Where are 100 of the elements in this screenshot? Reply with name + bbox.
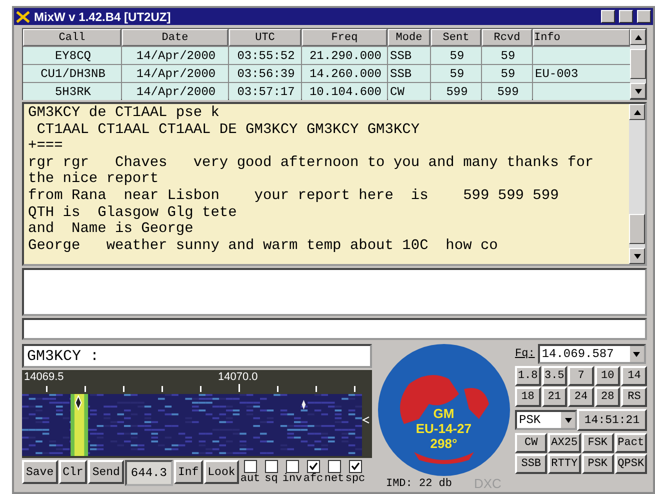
column-header[interactable]: Sent (431, 29, 481, 46)
table-cell: SSB (388, 47, 430, 64)
band-button[interactable]: 1.8 (515, 366, 541, 386)
mode-button[interactable]: CW (515, 433, 548, 453)
control-button[interactable]: Save (22, 460, 58, 484)
scroll-thumb[interactable] (629, 214, 645, 244)
scroll-up-button[interactable] (630, 29, 646, 45)
column-header[interactable]: Mode (388, 29, 430, 46)
table-cell: 59 (482, 47, 532, 64)
mode-button[interactable]: AX25 (548, 433, 580, 453)
table-cell: 03:56:39 (229, 65, 301, 82)
call-field[interactable]: GM3KCY : (22, 344, 372, 368)
table-cell: 14/Apr/2000 (122, 47, 228, 64)
table-cell: 599 (431, 83, 481, 100)
column-header[interactable]: Date (122, 29, 228, 46)
table-cell: EY8CQ (23, 47, 121, 64)
table-cell: CW (388, 83, 430, 100)
column-header[interactable]: Info (533, 29, 630, 46)
transmit-text-area[interactable] (22, 268, 647, 316)
table-cell: 21.290.000 (302, 47, 387, 64)
close-button[interactable] (637, 10, 651, 23)
receive-text-line: George weather sunny and warm temp about 10C how co (28, 238, 499, 254)
control-button[interactable]: Clr (58, 460, 88, 484)
control-button[interactable]: Look (204, 460, 240, 484)
table-cell: SSB (388, 65, 430, 82)
column-header[interactable]: Rcvd (482, 29, 532, 46)
window-title: MixW v 1.42.B4 [UT2UZ] (34, 10, 172, 24)
table-cell: 599 (482, 83, 532, 100)
band-button[interactable]: 14 (621, 366, 647, 386)
option-label: net (324, 473, 344, 485)
column-header[interactable]: Call (23, 29, 121, 46)
band-button[interactable]: 7 (568, 366, 594, 386)
band-button[interactable]: 3.5 (542, 366, 568, 386)
table-cell: 03:55:52 (229, 47, 301, 64)
mode-select[interactable]: PSK (515, 410, 577, 430)
option-checkbox[interactable] (244, 460, 257, 473)
down-arrow-icon (634, 88, 642, 94)
down-arrow-icon (634, 254, 640, 258)
check-icon (308, 462, 318, 471)
logo-icon (16, 10, 30, 22)
column-header[interactable]: Freq (302, 29, 387, 46)
input-field[interactable] (22, 318, 647, 340)
globe-label: 298° (430, 436, 458, 450)
option-checkbox[interactable] (328, 460, 341, 473)
option-checkbox[interactable] (286, 460, 299, 473)
scroll-thumb[interactable] (630, 49, 646, 79)
option-checkbox[interactable] (306, 460, 320, 473)
receive-text-line: rgr rgr Chaves very good afternoon to you and many thanks for (28, 154, 595, 172)
band-button[interactable]: 28 (594, 387, 620, 407)
column-header[interactable]: UTC (229, 29, 301, 46)
table-cell: 59 (431, 47, 481, 64)
imd-reading: IMD: 22 db (386, 478, 452, 490)
receive-text-line: the nice report (28, 171, 160, 188)
band-button[interactable]: RS (621, 387, 647, 407)
receive-text-line: QTH is Glasgow Glg tete (28, 204, 238, 222)
mode-button[interactable]: Pact (614, 433, 647, 453)
minimize-button[interactable] (601, 10, 615, 23)
option-checkbox[interactable] (348, 460, 362, 473)
scroll-down-button[interactable] (629, 248, 645, 264)
scroll-up-button[interactable] (629, 104, 645, 120)
band-button[interactable]: 21 (542, 387, 568, 407)
scrollbar[interactable] (630, 29, 646, 99)
receive-text-line: CT1AAL CT1AAL CT1AAL DE GM3KCY GM3KCY GM3KCY (36, 122, 421, 138)
scale-label: 14070.0 (218, 371, 258, 383)
scrollbar[interactable] (629, 104, 645, 264)
up-arrow-icon (634, 110, 640, 114)
mode-button[interactable]: FSK (582, 433, 614, 453)
scale-label: 14069.5 (24, 371, 64, 383)
option-checkbox[interactable] (264, 460, 278, 473)
mode-button[interactable]: SSB (515, 454, 548, 474)
frequency-select[interactable]: 14.069.587 (538, 344, 646, 364)
option-label: inv (282, 473, 302, 485)
globe-label: EU-14-27 (416, 420, 472, 436)
table-cell: 14/Apr/2000 (122, 83, 228, 100)
check-icon (350, 462, 360, 471)
band-button[interactable]: 10 (594, 366, 620, 386)
table-cell: CU1/DH3NB (23, 65, 121, 82)
table-cell: 14/Apr/2000 (122, 65, 228, 82)
table-cell: 14.260.000 (302, 65, 387, 82)
dropdown-button[interactable] (630, 346, 644, 362)
table-cell: 03:57:17 (229, 83, 301, 100)
clock-button[interactable]: 14:51:21 (577, 409, 647, 431)
maximize-button[interactable] (619, 10, 633, 23)
mode-button[interactable]: PSK (582, 454, 614, 474)
mode-button[interactable]: QPSK (614, 454, 647, 474)
option-label: spc (345, 473, 366, 485)
control-button[interactable]: Send (88, 460, 124, 484)
frequency-display: 644.3 (124, 460, 173, 486)
control-button[interactable]: Inf (174, 460, 203, 484)
band-button[interactable]: 24 (568, 387, 594, 407)
fq-label: Fq: (515, 348, 535, 360)
receive-text-line: from Rana near Lisbon your report here is 599 599 599 (28, 188, 560, 205)
scroll-down-button[interactable] (630, 83, 646, 99)
band-button[interactable]: 18 (515, 387, 541, 407)
dropdown-icon (564, 418, 572, 422)
dropdown-button[interactable] (561, 412, 575, 428)
table-cell: 5H3RK (23, 83, 121, 100)
receive-text-line: and Name is George (28, 221, 194, 238)
receive-text-line: GM3KCY de CT1AAL pse k (28, 105, 220, 122)
mode-button[interactable]: RTTY (548, 454, 580, 474)
